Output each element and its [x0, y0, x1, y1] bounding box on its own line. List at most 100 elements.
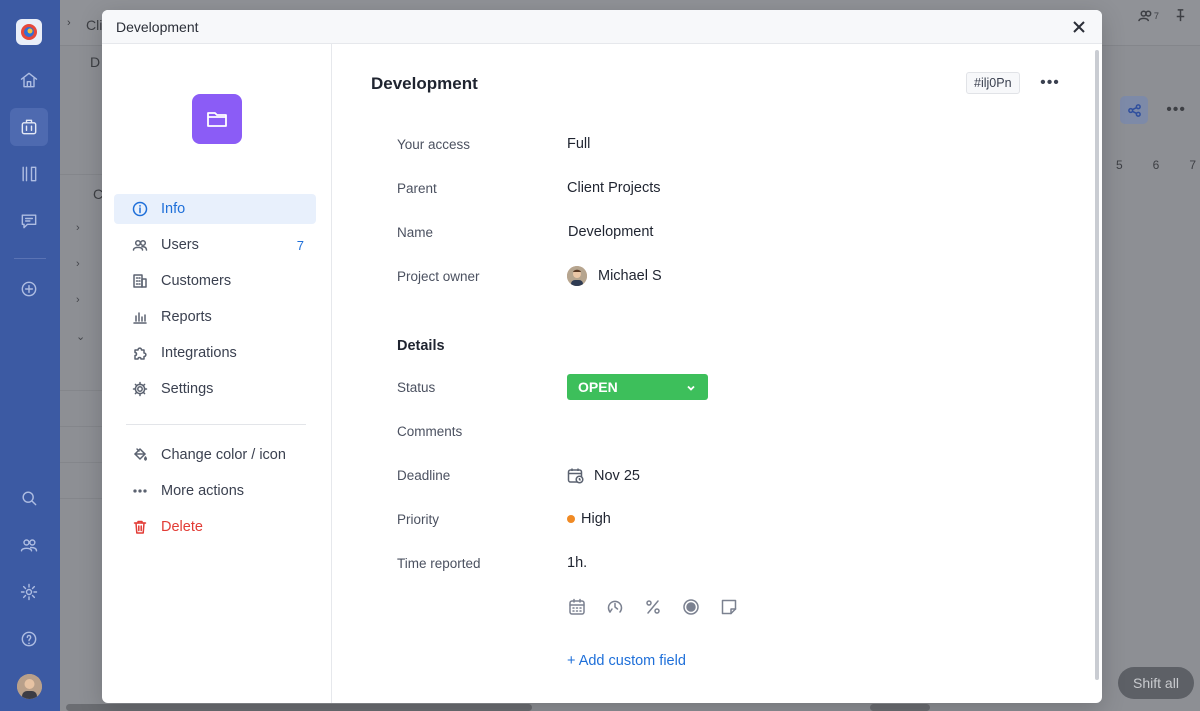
chevron-down-icon: [685, 381, 697, 393]
sidebar-item-settings[interactable]: Settings: [114, 374, 316, 404]
field-label-name: Name: [397, 225, 434, 240]
sidebar-actions: Change color / icon More actions Delete: [114, 440, 316, 548]
time-reported-value[interactable]: 1h.: [567, 555, 587, 571]
pin-icon[interactable]: [1173, 8, 1188, 23]
sidebar-action-label: Delete: [161, 519, 203, 535]
users-online-count: 7: [1153, 10, 1159, 21]
sidebar-divider: [126, 424, 306, 425]
team-icon[interactable]: [17, 533, 41, 557]
home-icon[interactable]: [17, 68, 41, 92]
users-online-indicator[interactable]: 7: [1138, 8, 1159, 23]
field-label-deadline: Deadline: [397, 468, 451, 483]
sidebar-item-info[interactable]: Info: [114, 194, 316, 224]
trash-icon: [132, 519, 148, 535]
add-custom-field-link[interactable]: + Add custom field: [567, 653, 686, 669]
modal-window-title: Development: [116, 18, 199, 35]
more-actions-button[interactable]: More actions: [114, 476, 316, 506]
tools-icon[interactable]: [17, 162, 41, 186]
page-title: Development: [371, 74, 478, 93]
deadline-picker[interactable]: Nov 25: [567, 467, 640, 485]
close-icon[interactable]: [1070, 18, 1088, 36]
field-label-priority: Priority: [397, 512, 440, 527]
timeline-days: 5 6 7: [1116, 158, 1200, 172]
background-divider: [60, 174, 104, 175]
chevron-right-icon[interactable]: ›: [76, 294, 80, 306]
field-label-status: Status: [397, 380, 436, 395]
details-heading: Details: [397, 338, 445, 354]
sidebar-item-users[interactable]: Users 7: [114, 230, 316, 260]
more-dots-icon: [132, 483, 148, 499]
timeline-day: 7: [1189, 158, 1196, 172]
priority-selector[interactable]: High: [567, 511, 611, 527]
briefcase-icon[interactable]: [17, 115, 41, 139]
chevron-down-icon[interactable]: ⌄: [76, 330, 85, 343]
building-icon: [132, 273, 148, 289]
sidebar-item-label: Integrations: [161, 345, 237, 361]
expand-chevron-icon[interactable]: ›: [67, 17, 71, 29]
users-icon: [1138, 10, 1152, 22]
shift-all-button[interactable]: Shift all: [1118, 667, 1194, 699]
add-icon[interactable]: [17, 277, 41, 301]
field-value-parent[interactable]: Client Projects: [567, 180, 660, 196]
percent-icon[interactable]: [643, 597, 663, 617]
change-color-icon-button[interactable]: Change color / icon: [114, 440, 316, 470]
share-icon[interactable]: [1120, 96, 1149, 124]
field-label-parent: Parent: [397, 181, 437, 196]
project-owner-selector[interactable]: Michael S: [567, 266, 662, 286]
timeline-day: 5: [1115, 158, 1123, 172]
background-divider: [60, 498, 104, 499]
chevron-right-icon[interactable]: ›: [76, 222, 80, 234]
sidebar-item-integrations[interactable]: Integrations: [114, 338, 316, 368]
sidebar-item-label: Reports: [161, 309, 212, 325]
user-avatar[interactable]: [17, 674, 42, 699]
settings-gear-icon[interactable]: [17, 580, 41, 604]
calendar-clock-icon: [567, 467, 585, 485]
radio-icon[interactable]: [681, 597, 701, 617]
background-divider: [60, 390, 104, 391]
users-count-badge: 7: [296, 237, 304, 253]
app-logo-icon[interactable]: [16, 19, 42, 45]
field-value-name[interactable]: Development: [568, 224, 653, 240]
background-toolbar: •••: [1120, 96, 1186, 124]
timeline-day: 6: [1152, 158, 1160, 172]
background-breadcrumb: Cli: [86, 17, 103, 33]
sidebar-item-reports[interactable]: Reports: [114, 302, 316, 332]
note-icon[interactable]: [719, 597, 739, 617]
horizontal-scrollbar[interactable]: [66, 704, 532, 711]
status-dropdown[interactable]: OPEN: [567, 374, 708, 400]
puzzle-icon: [132, 345, 148, 361]
sidebar-action-label: Change color / icon: [161, 447, 286, 463]
project-id-tag[interactable]: #ilj0Pn: [966, 72, 1020, 94]
more-options-icon[interactable]: •••: [1039, 72, 1061, 94]
modal-scrollbar[interactable]: [1095, 50, 1099, 680]
priority-dot-icon: [567, 515, 575, 523]
chevron-right-icon[interactable]: ›: [76, 258, 80, 270]
field-label-time-reported: Time reported: [397, 556, 481, 571]
calendar-grid-icon[interactable]: [567, 597, 587, 617]
sidebar-item-label: Settings: [161, 381, 214, 397]
gear-icon: [132, 381, 148, 397]
custom-field-types: [567, 597, 739, 617]
more-options-icon[interactable]: •••: [1166, 101, 1186, 119]
info-panel: Development #ilj0Pn ••• Your access Full…: [333, 44, 1102, 703]
modal-sidebar: Info Users 7 Customers Reports Integrati…: [102, 44, 332, 703]
rail-divider: [14, 258, 46, 259]
folder-icon[interactable]: [192, 94, 242, 144]
sidebar-item-label: Customers: [161, 273, 232, 289]
help-icon[interactable]: [17, 627, 41, 651]
field-label-project-owner: Project owner: [397, 269, 480, 284]
sidebar-item-customers[interactable]: Customers: [114, 266, 316, 296]
project-details-modal: Development Info Users 7 Customers Repor…: [102, 10, 1102, 703]
background-divider: [60, 462, 104, 463]
sidebar-action-label: More actions: [161, 483, 245, 499]
search-icon[interactable]: [17, 486, 41, 510]
delete-button[interactable]: Delete: [114, 512, 316, 542]
sidebar-item-label: Info: [161, 201, 186, 217]
info-icon: [132, 201, 148, 217]
sidebar-nav: Info Users 7 Customers Reports Integrati…: [114, 194, 316, 410]
horizontal-scrollbar[interactable]: [870, 704, 930, 711]
field-label-comments: Comments: [397, 424, 463, 439]
chat-icon[interactable]: [17, 209, 41, 233]
status-value: OPEN: [578, 379, 618, 395]
time-dial-icon[interactable]: [605, 597, 625, 617]
